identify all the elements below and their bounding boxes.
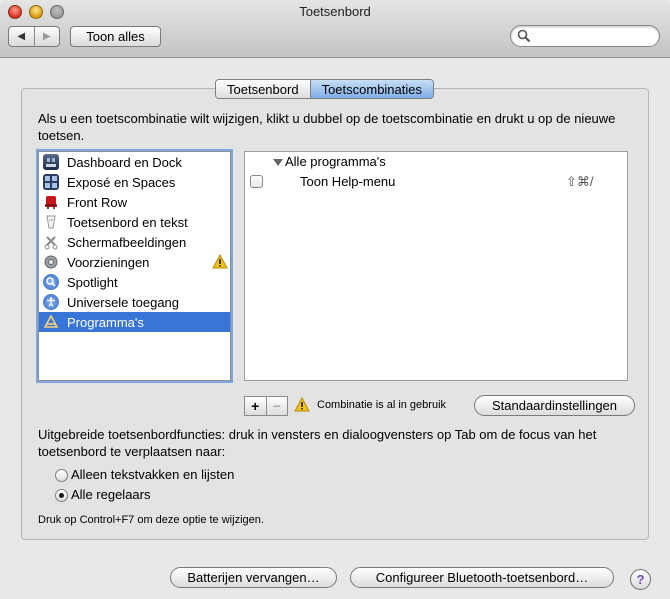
services-gear-icon (43, 254, 59, 270)
category-label: Spotlight (67, 274, 118, 290)
category-label: Front Row (67, 194, 127, 210)
search-input[interactable] (533, 28, 653, 44)
forward-button[interactable]: ▶ (33, 27, 60, 46)
spotlight-icon (43, 274, 59, 290)
restore-defaults-button[interactable]: Standaardinstellingen (474, 395, 635, 416)
keyboard-hint-text: Druk op Control+F7 om deze optie te wijz… (38, 514, 264, 526)
category-label: Universele toegang (67, 294, 180, 310)
warning-icon (212, 254, 228, 269)
radio-text-boxes-lists[interactable] (55, 469, 68, 482)
shortcut-group-label: Alle programma's (285, 154, 386, 169)
title-bar: Toetsenbord ◀ ▶ Toon alles (0, 0, 670, 58)
screenshots-icon (43, 234, 59, 250)
category-label: Voorzieningen (67, 254, 150, 270)
window-title: Toetsenbord (299, 4, 371, 19)
preferences-window: Toetsenbord ◀ ▶ Toon alles Toetsenbord T… (0, 0, 670, 599)
category-item-services[interactable]: Voorzieningen (39, 252, 230, 272)
shortcut-category-list[interactable]: Dashboard en Dock Exposé en Spaces Front… (38, 151, 231, 381)
category-item-applications[interactable]: Programma's (39, 312, 230, 332)
tab-shortcuts[interactable]: Toetscombinaties (309, 80, 434, 98)
replace-batteries-button[interactable]: Batterijen vervangen… (170, 567, 337, 588)
category-item-screenshots[interactable]: Schermafbeeldingen (39, 232, 230, 252)
shortcuts-instructions: Als u een toetscombinatie wilt wijzigen,… (38, 111, 616, 143)
category-item-dashboard-dock[interactable]: Dashboard en Dock (39, 152, 230, 172)
radio-label-text-boxes-lists: Alleen tekstvakken en lijsten (71, 467, 235, 482)
category-item-universal-access[interactable]: Universele toegang (39, 292, 230, 312)
remove-shortcut-button[interactable]: − (265, 397, 288, 415)
full-keyboard-access-text: Uitgebreide toetsenbordfuncties: druk in… (38, 427, 597, 459)
conflict-message: Combinatie is al in gebruik (317, 399, 447, 411)
shortcut-enabled-checkbox[interactable] (250, 175, 263, 188)
dashboard-dock-icon (43, 154, 59, 170)
radio-all-controls[interactable] (55, 489, 68, 502)
tab-keyboard[interactable]: Toetsenbord (216, 80, 310, 98)
setup-bluetooth-keyboard-button[interactable]: Configureer Bluetooth-toetsenbord… (350, 567, 614, 588)
category-item-expose-spaces[interactable]: Exposé en Spaces (39, 172, 230, 192)
disclosure-triangle-icon[interactable] (273, 159, 283, 166)
back-forward-control: ◀ ▶ (8, 26, 60, 47)
keyboard-text-icon (43, 214, 59, 230)
front-row-icon (43, 194, 59, 210)
category-item-spotlight[interactable]: Spotlight (39, 272, 230, 292)
category-label: Programma's (67, 314, 144, 330)
shortcut-item-keys[interactable]: ⇧⌘/ (566, 174, 594, 190)
applications-icon (43, 314, 59, 330)
shortcut-item-label: Toon Help-menu (300, 174, 396, 189)
conflict-warning-icon (294, 397, 310, 412)
category-label: Schermafbeeldingen (67, 234, 187, 250)
category-item-keyboard-text[interactable]: Toetsenbord en tekst (39, 212, 230, 232)
radio-label-all-controls: Alle regelaars (71, 487, 151, 502)
add-shortcut-button[interactable]: + (245, 397, 266, 415)
tab-bar: Toetsenbord Toetscombinaties (215, 79, 435, 99)
category-label: Dashboard en Dock (67, 154, 182, 170)
help-button[interactable]: ? (630, 569, 651, 590)
search-field[interactable] (510, 25, 660, 47)
back-button[interactable]: ◀ (9, 27, 34, 46)
category-label: Exposé en Spaces (67, 174, 176, 190)
category-item-front-row[interactable]: Front Row (39, 192, 230, 212)
expose-spaces-icon (43, 174, 59, 190)
universal-access-icon (43, 294, 59, 310)
add-remove-control: + − (244, 396, 288, 416)
show-all-button[interactable]: Toon alles (70, 26, 161, 47)
category-label: Toetsenbord en tekst (67, 214, 188, 230)
shortcut-list[interactable]: Alle programma's Toon Help-menu ⇧⌘/ (244, 151, 628, 381)
search-icon (517, 29, 531, 43)
